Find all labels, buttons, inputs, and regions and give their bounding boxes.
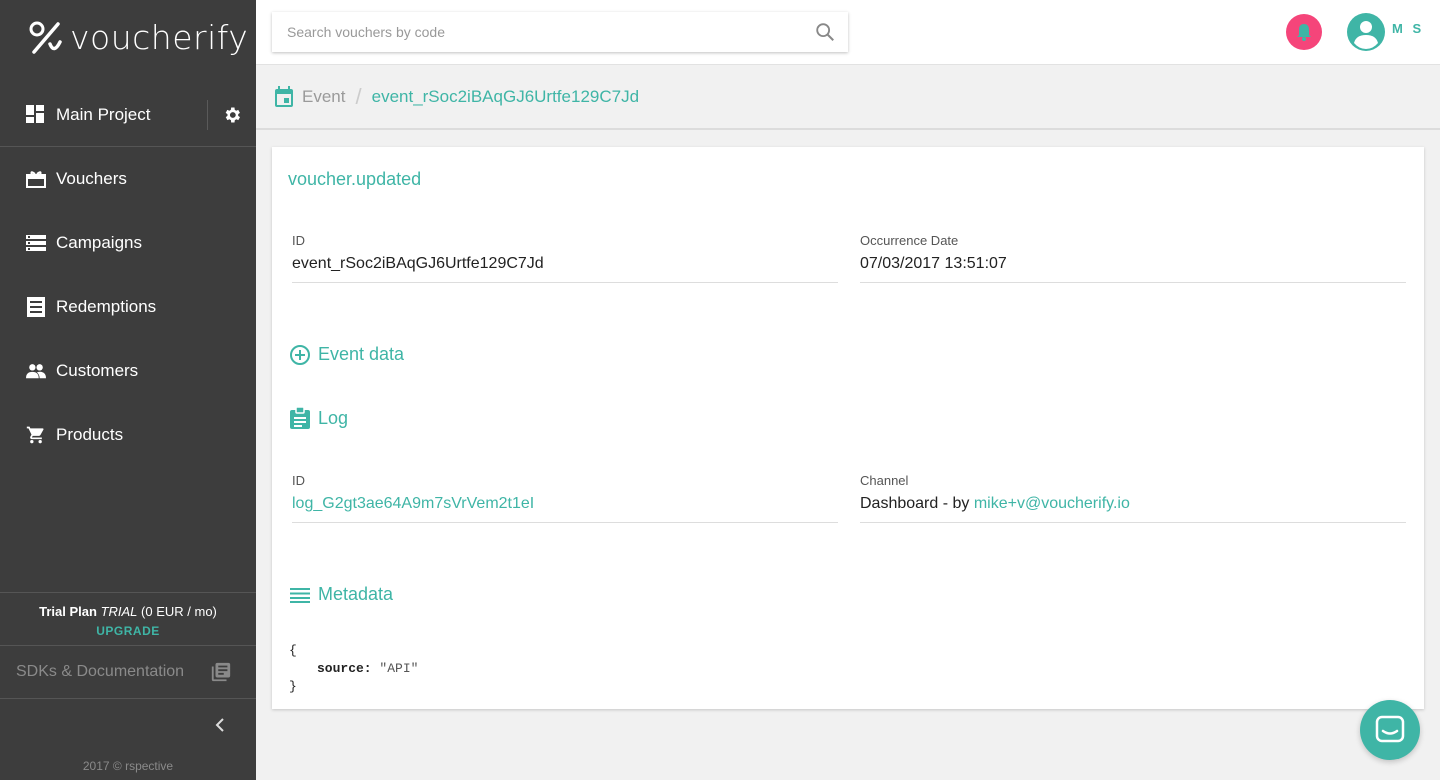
sdk-docs-label: SDKs & Documentation	[16, 663, 185, 680]
people-icon	[26, 361, 46, 381]
lines-icon	[290, 587, 310, 603]
json-open-brace: {	[289, 643, 297, 658]
event-data-title: Event data	[318, 344, 405, 364]
json-close-brace: }	[289, 679, 297, 694]
copyright: 2017 © rspective	[82, 759, 174, 773]
channel-label: Channel	[860, 473, 909, 488]
user-menu[interactable]: M S	[1346, 12, 1424, 52]
channel-user-link[interactable]: mike+v@voucherify.io	[974, 495, 1130, 512]
event-id-label: ID	[292, 233, 305, 248]
search-icon[interactable]	[814, 21, 836, 43]
receipt-icon	[26, 297, 46, 317]
event-data-toggle[interactable]: Event data	[290, 344, 404, 365]
log-id-label: ID	[292, 473, 305, 488]
project-selector[interactable]: Main Project	[0, 83, 207, 146]
event-calendar-icon	[275, 85, 293, 107]
sidebar-item-customers[interactable]: Customers	[0, 339, 256, 403]
channel-prefix: Dashboard - by	[860, 495, 974, 512]
collapse-sidebar-button[interactable]	[210, 714, 230, 736]
json-line: source: "API"	[289, 660, 418, 678]
upgrade-link[interactable]: UPGRADE	[0, 624, 256, 638]
topbar: M S	[256, 0, 1440, 65]
plan-name: Trial Plan	[39, 604, 97, 619]
dashboard-icon	[26, 104, 46, 125]
log-id-link[interactable]: log_G2gt3ae64A9m7sVrVem2t1eI	[292, 495, 534, 513]
voucher-icon	[26, 169, 46, 189]
breadcrumb-separator: /	[355, 83, 362, 109]
metadata-section-header: Metadata	[290, 584, 393, 605]
cart-icon	[26, 425, 46, 445]
gear-icon	[225, 107, 240, 122]
logo-wordmark: voucherify	[70, 18, 249, 57]
bell-icon	[1297, 24, 1311, 41]
library-books-icon	[211, 662, 231, 682]
event-id-field: ID event_rSoc2iBAqGJ6Urtfe129C7Jd	[292, 233, 838, 283]
project-name: Main Project	[56, 104, 151, 124]
occurrence-date-field: Occurrence Date 07/03/2017 13:51:07	[860, 233, 1406, 283]
sidebar-item-products[interactable]: Products	[0, 403, 256, 467]
occurrence-date-label: Occurrence Date	[860, 233, 959, 248]
notifications-button[interactable]	[1286, 14, 1322, 50]
channel-field: Channel Dashboard - by mike+v@voucherify…	[860, 473, 1406, 523]
event-card: voucher.updated ID event_rSoc2iBAqGJ6Urt…	[272, 147, 1424, 709]
log-title: Log	[318, 407, 349, 428]
sidebar-item-vouchers[interactable]: Vouchers	[0, 147, 256, 211]
search-input[interactable]	[287, 24, 807, 40]
plan-type: TRIAL	[100, 604, 138, 619]
sidebar: voucherify Main Project Vouchers Campaig…	[0, 0, 256, 780]
project-row: Main Project	[0, 83, 256, 147]
user-initials: M S	[1392, 20, 1425, 36]
clipboard-icon	[290, 407, 310, 429]
breadcrumb: Event / event_rSoc2iBAqGJ6Urtfe129C7Jd	[256, 65, 1440, 130]
chat-launcher-button[interactable]	[1360, 700, 1420, 760]
settings-button[interactable]	[208, 83, 256, 146]
log-section-header: Log	[290, 407, 348, 429]
json-value: "API"	[379, 661, 419, 676]
chevron-left-icon	[215, 718, 224, 732]
chat-icon	[1375, 715, 1405, 743]
log-id-field: ID log_G2gt3ae64A9m7sVrVem2t1eI	[292, 473, 838, 523]
search-box	[272, 12, 848, 52]
breadcrumb-section[interactable]: Event	[302, 87, 345, 107]
occurrence-date-value: 07/03/2017 13:51:07	[860, 255, 1007, 272]
event-id-value: event_rSoc2iBAqGJ6Urtfe129C7Jd	[292, 255, 544, 272]
plan-price: (0 EUR / mo)	[141, 604, 217, 619]
plan-info: Trial Plan TRIAL (0 EUR / mo) UPGRADE	[0, 592, 256, 646]
breadcrumb-current: event_rSoc2iBAqGJ6Urtfe129C7Jd	[371, 86, 640, 106]
event-type-title: voucher.updated	[288, 169, 422, 189]
json-key: source:	[317, 661, 372, 676]
sdk-docs-link[interactable]: SDKs & Documentation	[0, 646, 256, 699]
account-circle-icon	[1347, 13, 1385, 51]
logo[interactable]: voucherify	[28, 18, 248, 57]
list-icon	[26, 233, 46, 253]
channel-value: Dashboard - by mike+v@voucherify.io	[860, 495, 1130, 513]
sidebar-item-campaigns[interactable]: Campaigns	[0, 211, 256, 275]
metadata-json: { source: "API" }	[289, 642, 418, 696]
percent-logo-icon	[29, 21, 62, 54]
metadata-title: Metadata	[318, 584, 394, 604]
add-circle-outline-icon	[290, 344, 310, 365]
sidebar-item-redemptions[interactable]: Redemptions	[0, 275, 256, 339]
